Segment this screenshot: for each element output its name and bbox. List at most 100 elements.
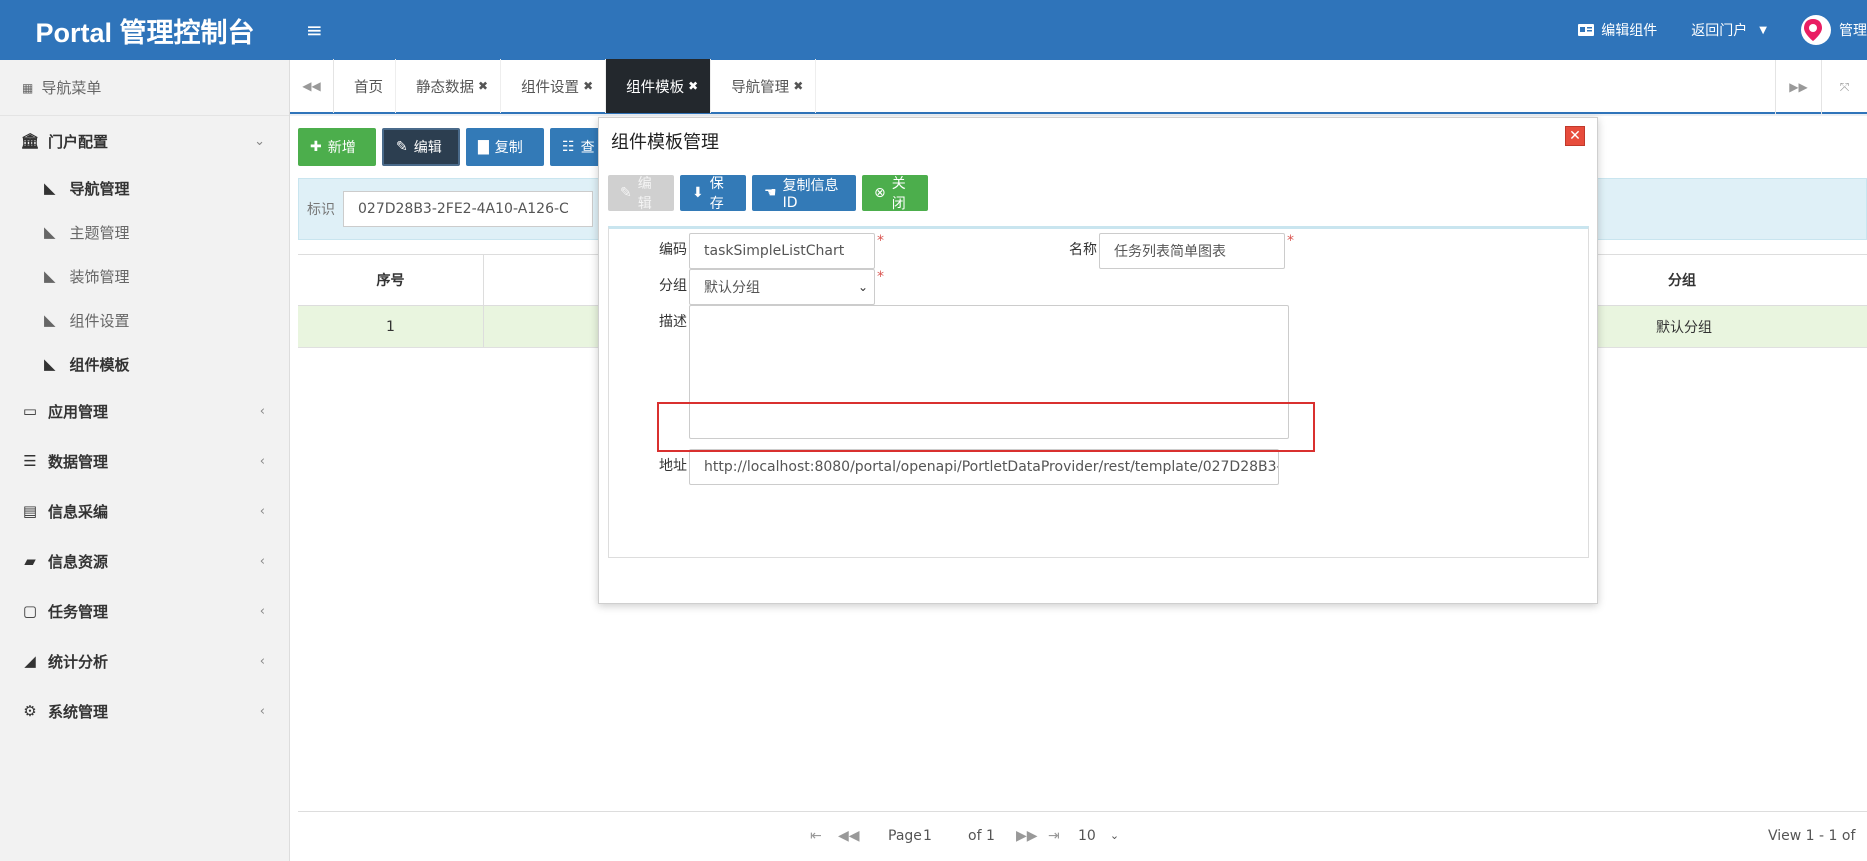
map-marker-icon <box>1804 19 1822 41</box>
tab-bar: ◀◀ 首页 静态数据 ✖ 组件设置 ✖ 组件模板 ✖ 导航管理 ✖ ▶▶ ⤧ <box>290 59 1867 114</box>
fullscreen-icon[interactable]: ⤧ <box>1821 60 1867 114</box>
download-icon: ⬇ <box>692 185 704 201</box>
component-template-dialog: 组件模板管理 ✕ ✎ 编辑 ⬇ 保存 ☚ 复制信息ID ⊗ 关闭 编码 task… <box>598 117 1598 604</box>
column-header-seq[interactable]: 序号 <box>298 255 484 305</box>
close-icon[interactable]: ✖ <box>583 79 593 93</box>
chevron-left-icon: ‹ <box>259 603 265 619</box>
dialog-edit-button[interactable]: ✎ 编辑 <box>608 175 674 212</box>
tabs-scroll-left-icon[interactable]: ◀◀ <box>290 59 334 113</box>
sidebar-group-stats[interactable]: ◢ 统计分析 ‹ <box>0 636 289 686</box>
leaf-icon: ◣ <box>44 267 56 285</box>
close-icon[interactable]: ✖ <box>478 79 488 93</box>
tab-label: 组件模板 <box>626 79 685 96</box>
sidebar-group-task-manage[interactable]: ▢ 任务管理 ‹ <box>0 586 289 636</box>
sidebar-group-info-edit[interactable]: ▤ 信息采编 ‹ <box>0 486 289 536</box>
copy-label: 复制 <box>494 140 523 156</box>
chevron-left-icon: ‹ <box>259 403 265 419</box>
tabs-scroll-right-icon[interactable]: ▶▶ <box>1775 60 1821 114</box>
sidebar-item-label: 主题管理 <box>69 223 130 242</box>
address-label: 地址 <box>659 458 687 474</box>
name-input[interactable]: 任务列表简单图表 <box>1099 233 1285 269</box>
code-input[interactable]: taskSimpleListChart <box>689 233 875 269</box>
group-select[interactable]: 默认分组 ⌄ <box>689 269 875 305</box>
tab-nav-manage[interactable]: 导航管理 ✖ <box>711 59 817 113</box>
avatar <box>1801 15 1831 45</box>
tab-label: 组件设置 <box>521 79 580 96</box>
chevron-left-icon: ‹ <box>259 653 265 669</box>
page-input[interactable]: 1 <box>923 828 963 844</box>
close-icon[interactable]: ✕ <box>1565 126 1585 146</box>
sidebar-group-label: 数据管理 <box>48 452 109 471</box>
chevron-down-icon: ⌄ <box>1109 829 1120 842</box>
book-icon: ▰ <box>24 552 36 570</box>
last-page-icon[interactable]: ⇥ <box>1048 828 1060 844</box>
sidebar-group-system-manage[interactable]: ⚙ 系统管理 ‹ <box>0 686 289 736</box>
sidebar-item-component-settings[interactable]: ◣ 组件设置 <box>0 298 289 342</box>
prev-page-icon[interactable]: ◀◀ <box>838 828 860 844</box>
copy-button[interactable]: ▇ 复制 <box>466 128 544 166</box>
back-portal-button[interactable]: 返回门户 ▼ <box>1691 20 1767 40</box>
next-page-icon[interactable]: ▶▶ <box>1016 828 1038 844</box>
hand-icon: ☚ <box>764 185 777 201</box>
header-actions: 编辑组件 返回门户 ▼ 管理 <box>1577 0 1867 60</box>
close-icon[interactable]: ✖ <box>688 79 698 93</box>
address-highlight-box <box>657 402 1315 452</box>
code-label: 编码 <box>659 242 687 258</box>
sidebar-item-decor-manage[interactable]: ◣ 装饰管理 <box>0 254 289 298</box>
sidebar-group-info-resource[interactable]: ▰ 信息资源 ‹ <box>0 536 289 586</box>
desc-label: 描述 <box>659 314 687 330</box>
required-mark: * <box>1287 233 1294 249</box>
page-size-value: 10 <box>1078 827 1096 844</box>
column-header-group[interactable]: 分组 <box>1638 255 1818 305</box>
leaf-icon: ◣ <box>44 355 56 373</box>
filter-label: 标识 <box>307 202 335 218</box>
add-button[interactable]: ✚ 新增 <box>298 128 376 166</box>
sidebar-item-theme-manage[interactable]: ◣ 主题管理 <box>0 210 289 254</box>
leaf-icon: ◣ <box>44 311 56 329</box>
edit-component-button[interactable]: 编辑组件 <box>1577 20 1657 40</box>
address-input[interactable]: http://localhost:8080/portal/openapi/Por… <box>689 449 1279 485</box>
sidebar-group-label: 应用管理 <box>48 402 109 421</box>
of-pages-label: of 1 <box>968 827 995 844</box>
filter-input[interactable]: 027D28B3-2FE2-4A10-A126-C <box>343 191 593 227</box>
sidebar-item-component-template[interactable]: ◣ 组件模板 <box>0 342 289 386</box>
sidebar-item-label: 组件设置 <box>69 311 130 330</box>
sidebar-item-label: 组件模板 <box>69 355 130 374</box>
tab-bar-actions: ▶▶ ⤧ <box>1775 60 1867 114</box>
group-label: 分组 <box>659 278 687 294</box>
user-menu[interactable]: 管理 <box>1801 15 1867 45</box>
cell-seq: 1 <box>298 306 484 347</box>
copy-icon: ▇ <box>478 139 489 155</box>
tab-home[interactable]: 首页 <box>334 59 396 113</box>
close-icon[interactable]: ✖ <box>793 79 803 93</box>
first-page-icon[interactable]: ⇤ <box>810 828 822 844</box>
sidebar-group-portal-config[interactable]: 🏛 门户配置 ⌄ <box>0 116 289 166</box>
hamburger-icon[interactable]: ≡ <box>306 18 323 42</box>
tab-static-data[interactable]: 静态数据 ✖ <box>396 59 502 113</box>
view-label: 查 <box>580 140 595 156</box>
edit-icon: ✎ <box>620 185 632 201</box>
name-label: 名称 <box>1069 242 1097 258</box>
view-button[interactable]: ☷ 查 <box>550 128 600 166</box>
tab-component-settings[interactable]: 组件设置 ✖ <box>501 59 607 113</box>
app-title: Portal 管理控制台 <box>35 17 255 48</box>
cell-group: 默认分组 <box>1656 319 1712 336</box>
newspaper-icon: ▤ <box>22 502 38 520</box>
sidebar-group-app-manage[interactable]: ▭ 应用管理 ‹ <box>0 386 289 436</box>
sidebar-group-label: 系统管理 <box>48 702 109 721</box>
sidebar-item-nav-manage[interactable]: ◣ 导航管理 <box>0 166 289 210</box>
edit-button[interactable]: ✎ 编辑 <box>382 128 460 166</box>
page-size-select[interactable]: 10 ⌄ <box>1078 828 1119 844</box>
back-portal-label: 返回门户 <box>1691 23 1748 39</box>
sidebar: ▦ 导航菜单 🏛 门户配置 ⌄ ◣ 导航管理 ◣ 主题管理 ◣ 装饰管理 ◣ 组… <box>0 60 290 861</box>
caret-down-icon: ▼ <box>1759 24 1767 36</box>
tab-component-template[interactable]: 组件模板 ✖ <box>606 59 712 113</box>
chevron-down-icon: ⌄ <box>254 133 265 149</box>
dialog-copy-id-button[interactable]: ☚ 复制信息ID <box>752 175 856 211</box>
sidebar-group-data-manage[interactable]: ☰ 数据管理 ‹ <box>0 436 289 486</box>
dialog-save-button[interactable]: ⬇ 保存 <box>680 175 746 212</box>
dialog-close-button[interactable]: ⊗ 关闭 <box>862 175 928 212</box>
required-mark: * <box>877 269 884 285</box>
table-icon: ☷ <box>562 139 575 155</box>
dialog-title: 组件模板管理 <box>611 132 719 153</box>
